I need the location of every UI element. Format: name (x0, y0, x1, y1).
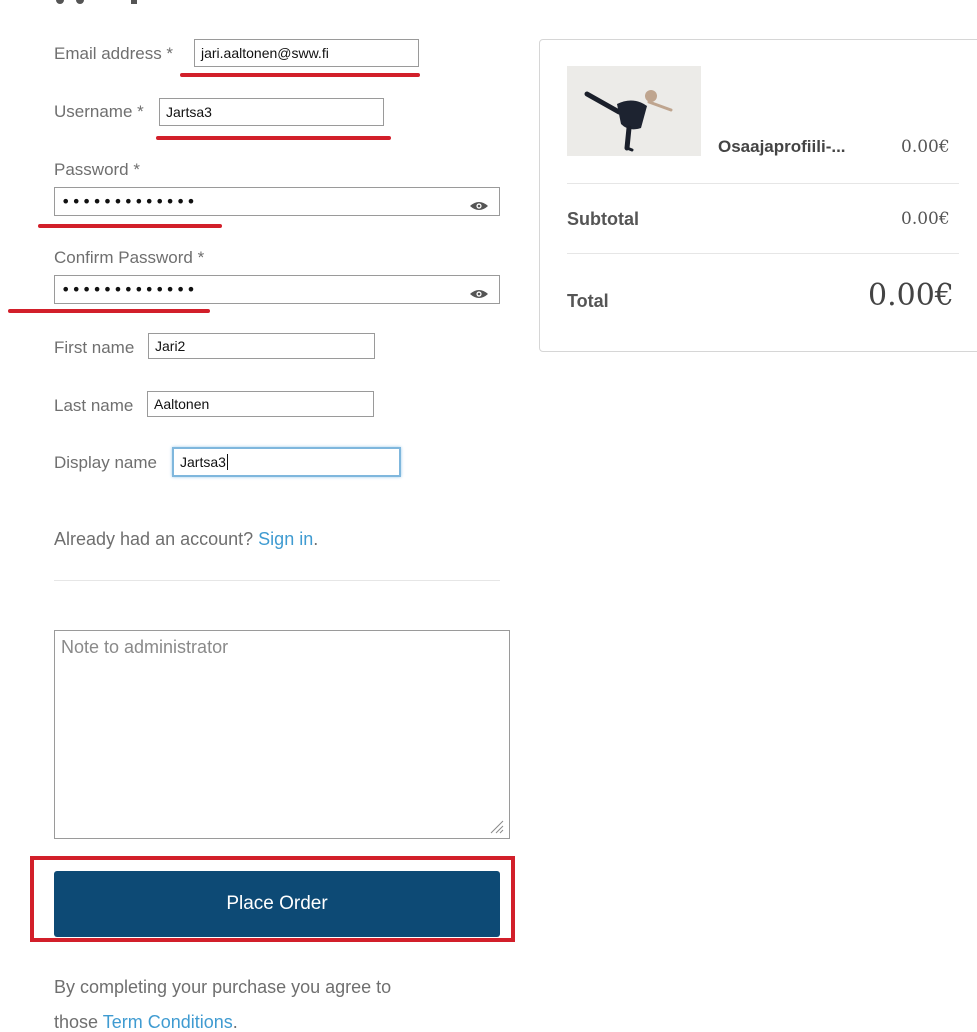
username-label: Username * (54, 102, 144, 121)
annotation-underline (180, 73, 420, 77)
terms-line-2: those Term Conditions. (54, 1012, 238, 1032)
summary-divider (567, 253, 959, 254)
last-name-label: Last name (54, 396, 134, 415)
resize-grip-icon[interactable] (488, 818, 504, 834)
order-summary-card: Osaajaprofiili-... 0.00€ Subtotal 0.00€ … (539, 39, 977, 352)
signin-prompt: Already had an account? Sign in. (54, 529, 318, 549)
clipped-heading (56, 0, 146, 12)
form-divider (54, 580, 500, 581)
terms-link[interactable]: Term Conditions (103, 1012, 233, 1032)
signin-link[interactable]: Sign in (258, 529, 313, 549)
display-name-input[interactable]: Jartsa3 (172, 447, 401, 477)
email-input[interactable]: jari.aaltonen@sww.fi (194, 39, 419, 67)
confirm-password-label: Confirm Password * (54, 248, 205, 267)
first-name-label: First name (54, 338, 135, 357)
text-caret (226, 454, 228, 470)
username-value: Jartsa3 (166, 104, 212, 120)
last-name-value: Aaltonen (154, 396, 210, 412)
signin-period: . (313, 529, 319, 549)
eye-icon[interactable] (469, 200, 489, 212)
place-order-button[interactable]: Place Order (54, 871, 500, 937)
dancer-figure-icon (567, 66, 701, 156)
password-value: ••••••••••••• (61, 192, 197, 211)
product-image (567, 66, 701, 156)
first-name-input[interactable]: Jari2 (148, 333, 375, 359)
total-label: Total (567, 291, 609, 311)
display-name-label: Display name (54, 453, 157, 472)
product-name: Osaajaprofiili-... (718, 137, 846, 156)
annotation-underline (38, 224, 222, 228)
email-label: Email address * (54, 44, 174, 63)
first-name-value: Jari2 (155, 338, 186, 354)
eye-icon[interactable] (469, 288, 489, 300)
subtotal-label: Subtotal (567, 209, 639, 229)
last-name-input[interactable]: Aaltonen (147, 391, 374, 417)
email-value: jari.aaltonen@sww.fi (201, 45, 329, 61)
confirm-password-input[interactable]: ••••••••••••• (54, 275, 500, 304)
password-input[interactable]: ••••••••••••• (54, 187, 500, 216)
terms-period: . (232, 1012, 238, 1032)
display-name-value: Jartsa3 (180, 454, 226, 470)
confirm-password-value: ••••••••••••• (61, 280, 197, 299)
total-value: 0.00€ (868, 278, 954, 313)
password-label: Password * (54, 160, 140, 179)
product-price: 0.00€ (901, 137, 950, 157)
terms-line-1: By completing your purchase you agree to (54, 977, 392, 997)
annotation-underline (156, 136, 391, 140)
note-textarea[interactable] (54, 630, 510, 839)
username-input[interactable]: Jartsa3 (159, 98, 384, 126)
terms-prefix: those (54, 1012, 103, 1032)
annotation-underline (8, 309, 210, 313)
subtotal-value: 0.00€ (901, 209, 950, 229)
signin-prompt-text: Already had an account? (54, 529, 254, 549)
summary-divider (567, 183, 959, 184)
